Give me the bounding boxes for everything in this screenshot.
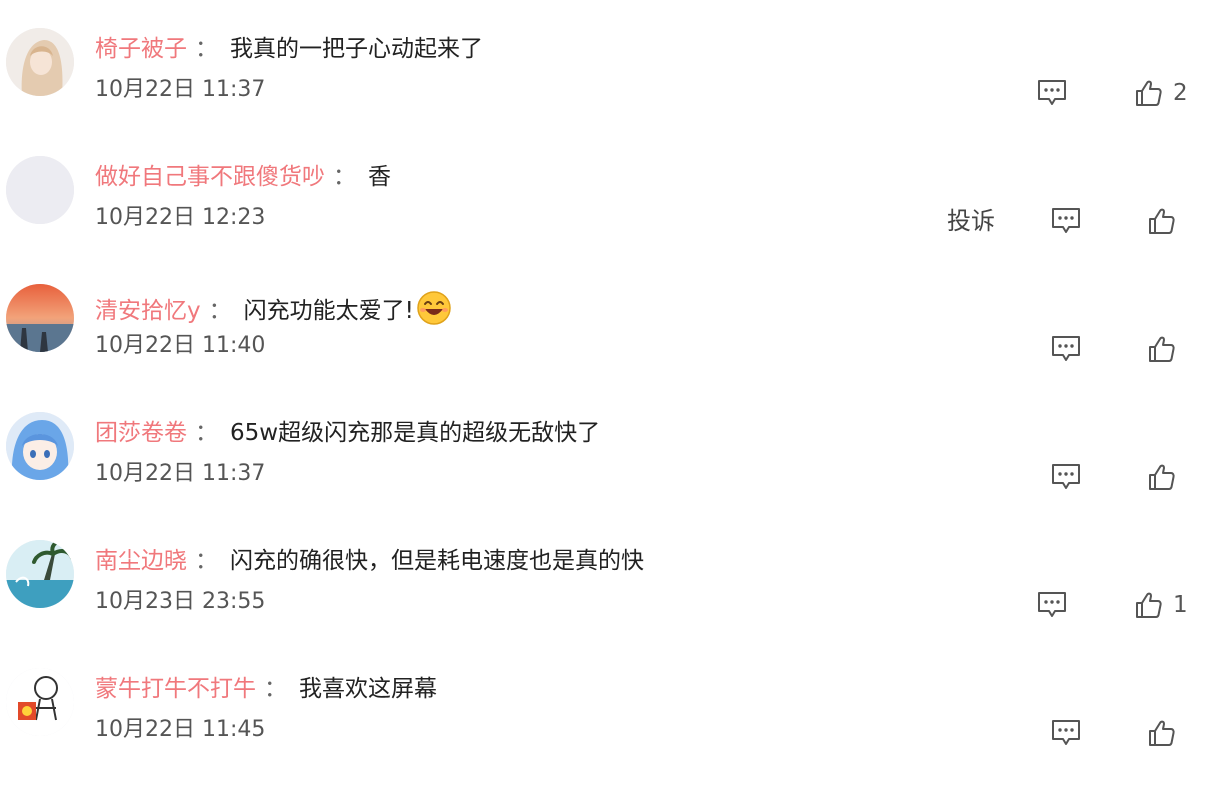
comment-item: 椅子被子 ： 我真的一把子心动起来了 10月22日 11:37 2: [0, 28, 1214, 156]
comment-line: 蒙牛打牛不打牛 ： 我喜欢这屏幕: [95, 674, 437, 704]
like-count: 2: [1173, 80, 1188, 106]
reply-icon: [1036, 78, 1068, 108]
like-button[interactable]: [1148, 717, 1186, 749]
grinning-face-emoji: [417, 291, 451, 325]
username[interactable]: 椅子被子: [95, 36, 187, 62]
comment-text: 闪充功能太爱了!: [243, 298, 414, 324]
comment-line: 南尘边晓 ： 闪充的确很快，但是耗电速度也是真的快: [95, 546, 644, 576]
like-button[interactable]: 1: [1135, 589, 1188, 621]
reply-icon: [1050, 462, 1082, 492]
like-count: 1: [1173, 592, 1188, 618]
comment-line: 团莎卷卷 ： 65w超级闪充那是真的超级无敌快了: [95, 418, 600, 448]
avatar[interactable]: [6, 28, 74, 96]
comment-text: 我真的一把子心动起来了: [230, 36, 483, 62]
thumbs-up-icon: [1148, 462, 1176, 492]
username[interactable]: 清安拾忆y: [95, 298, 201, 324]
avatar[interactable]: [6, 668, 74, 736]
comment-line: 清安拾忆y ： 闪充功能太爱了!: [95, 290, 452, 326]
like-button[interactable]: [1148, 205, 1186, 237]
reply-button[interactable]: [1050, 206, 1082, 236]
timestamp: 10月22日 11:37: [95, 77, 266, 102]
comment-item: 蒙牛打牛不打牛 ： 我喜欢这屏幕 10月22日 11:45: [0, 668, 1214, 796]
avatar[interactable]: [6, 284, 74, 352]
reply-icon: [1036, 590, 1068, 620]
avatar[interactable]: [6, 540, 74, 608]
reply-icon: [1050, 206, 1082, 236]
comment-item: 团莎卷卷 ： 65w超级闪充那是真的超级无敌快了 10月22日 11:37: [0, 412, 1214, 540]
comment-line: 椅子被子 ： 我真的一把子心动起来了: [95, 34, 483, 64]
comment-item: 清安拾忆y ： 闪充功能太爱了! 10月22日 11:40: [0, 284, 1214, 412]
like-button[interactable]: 2: [1135, 77, 1188, 109]
thumbs-up-icon: [1148, 718, 1176, 748]
thumbs-up-icon: [1135, 590, 1163, 620]
reply-button[interactable]: [1050, 718, 1082, 748]
username[interactable]: 团莎卷卷: [95, 420, 187, 446]
timestamp: 10月22日 12:23: [95, 205, 266, 230]
reply-button[interactable]: [1036, 590, 1068, 620]
separator: ：: [208, 298, 232, 324]
reply-button[interactable]: [1036, 78, 1068, 108]
separator: ：: [195, 548, 218, 574]
avatar-image: [6, 284, 74, 352]
thumbs-up-icon: [1148, 334, 1176, 364]
comment-item: 南尘边晓 ： 闪充的确很快，但是耗电速度也是真的快 10月23日 23:55 1: [0, 540, 1214, 668]
comment-item: 做好自己事不跟傻货吵 ： 香 10月22日 12:23 投诉: [0, 156, 1214, 284]
avatar-image: [6, 412, 74, 480]
separator: ：: [264, 676, 287, 702]
avatar-image: [6, 540, 74, 608]
report-button[interactable]: 投诉: [947, 206, 995, 236]
comment-text: 闪充的确很快，但是耗电速度也是真的快: [230, 548, 644, 574]
comment-text: 我喜欢这屏幕: [299, 676, 437, 702]
username[interactable]: 做好自己事不跟傻货吵: [95, 164, 325, 190]
like-button[interactable]: [1148, 461, 1186, 493]
comment-line: 做好自己事不跟傻货吵 ： 香: [95, 162, 391, 192]
like-button[interactable]: [1148, 333, 1186, 365]
avatar-image: [6, 28, 74, 96]
avatar[interactable]: [6, 412, 74, 480]
username[interactable]: 南尘边晓: [95, 548, 187, 574]
reply-icon: [1050, 334, 1082, 364]
avatar-image: [6, 156, 74, 224]
username[interactable]: 蒙牛打牛不打牛: [95, 676, 256, 702]
separator: ：: [195, 420, 218, 446]
separator: ：: [195, 36, 218, 62]
reply-icon: [1050, 718, 1082, 748]
thumbs-up-icon: [1148, 206, 1176, 236]
comment-text: 65w超级闪充那是真的超级无敌快了: [230, 420, 601, 446]
timestamp: 10月22日 11:45: [95, 717, 266, 742]
reply-button[interactable]: [1050, 462, 1082, 492]
separator: ：: [333, 164, 356, 190]
comment-text: 香: [368, 164, 391, 190]
thumbs-up-icon: [1135, 78, 1163, 108]
avatar[interactable]: [6, 156, 74, 224]
timestamp: 10月22日 11:37: [95, 461, 266, 486]
avatar-image: [6, 668, 74, 736]
timestamp: 10月23日 23:55: [95, 589, 266, 614]
timestamp: 10月22日 11:40: [95, 333, 266, 358]
reply-button[interactable]: [1050, 334, 1082, 364]
comment-list: 椅子被子 ： 我真的一把子心动起来了 10月22日 11:37 2 做好自己事不跟傻…: [0, 0, 1214, 756]
